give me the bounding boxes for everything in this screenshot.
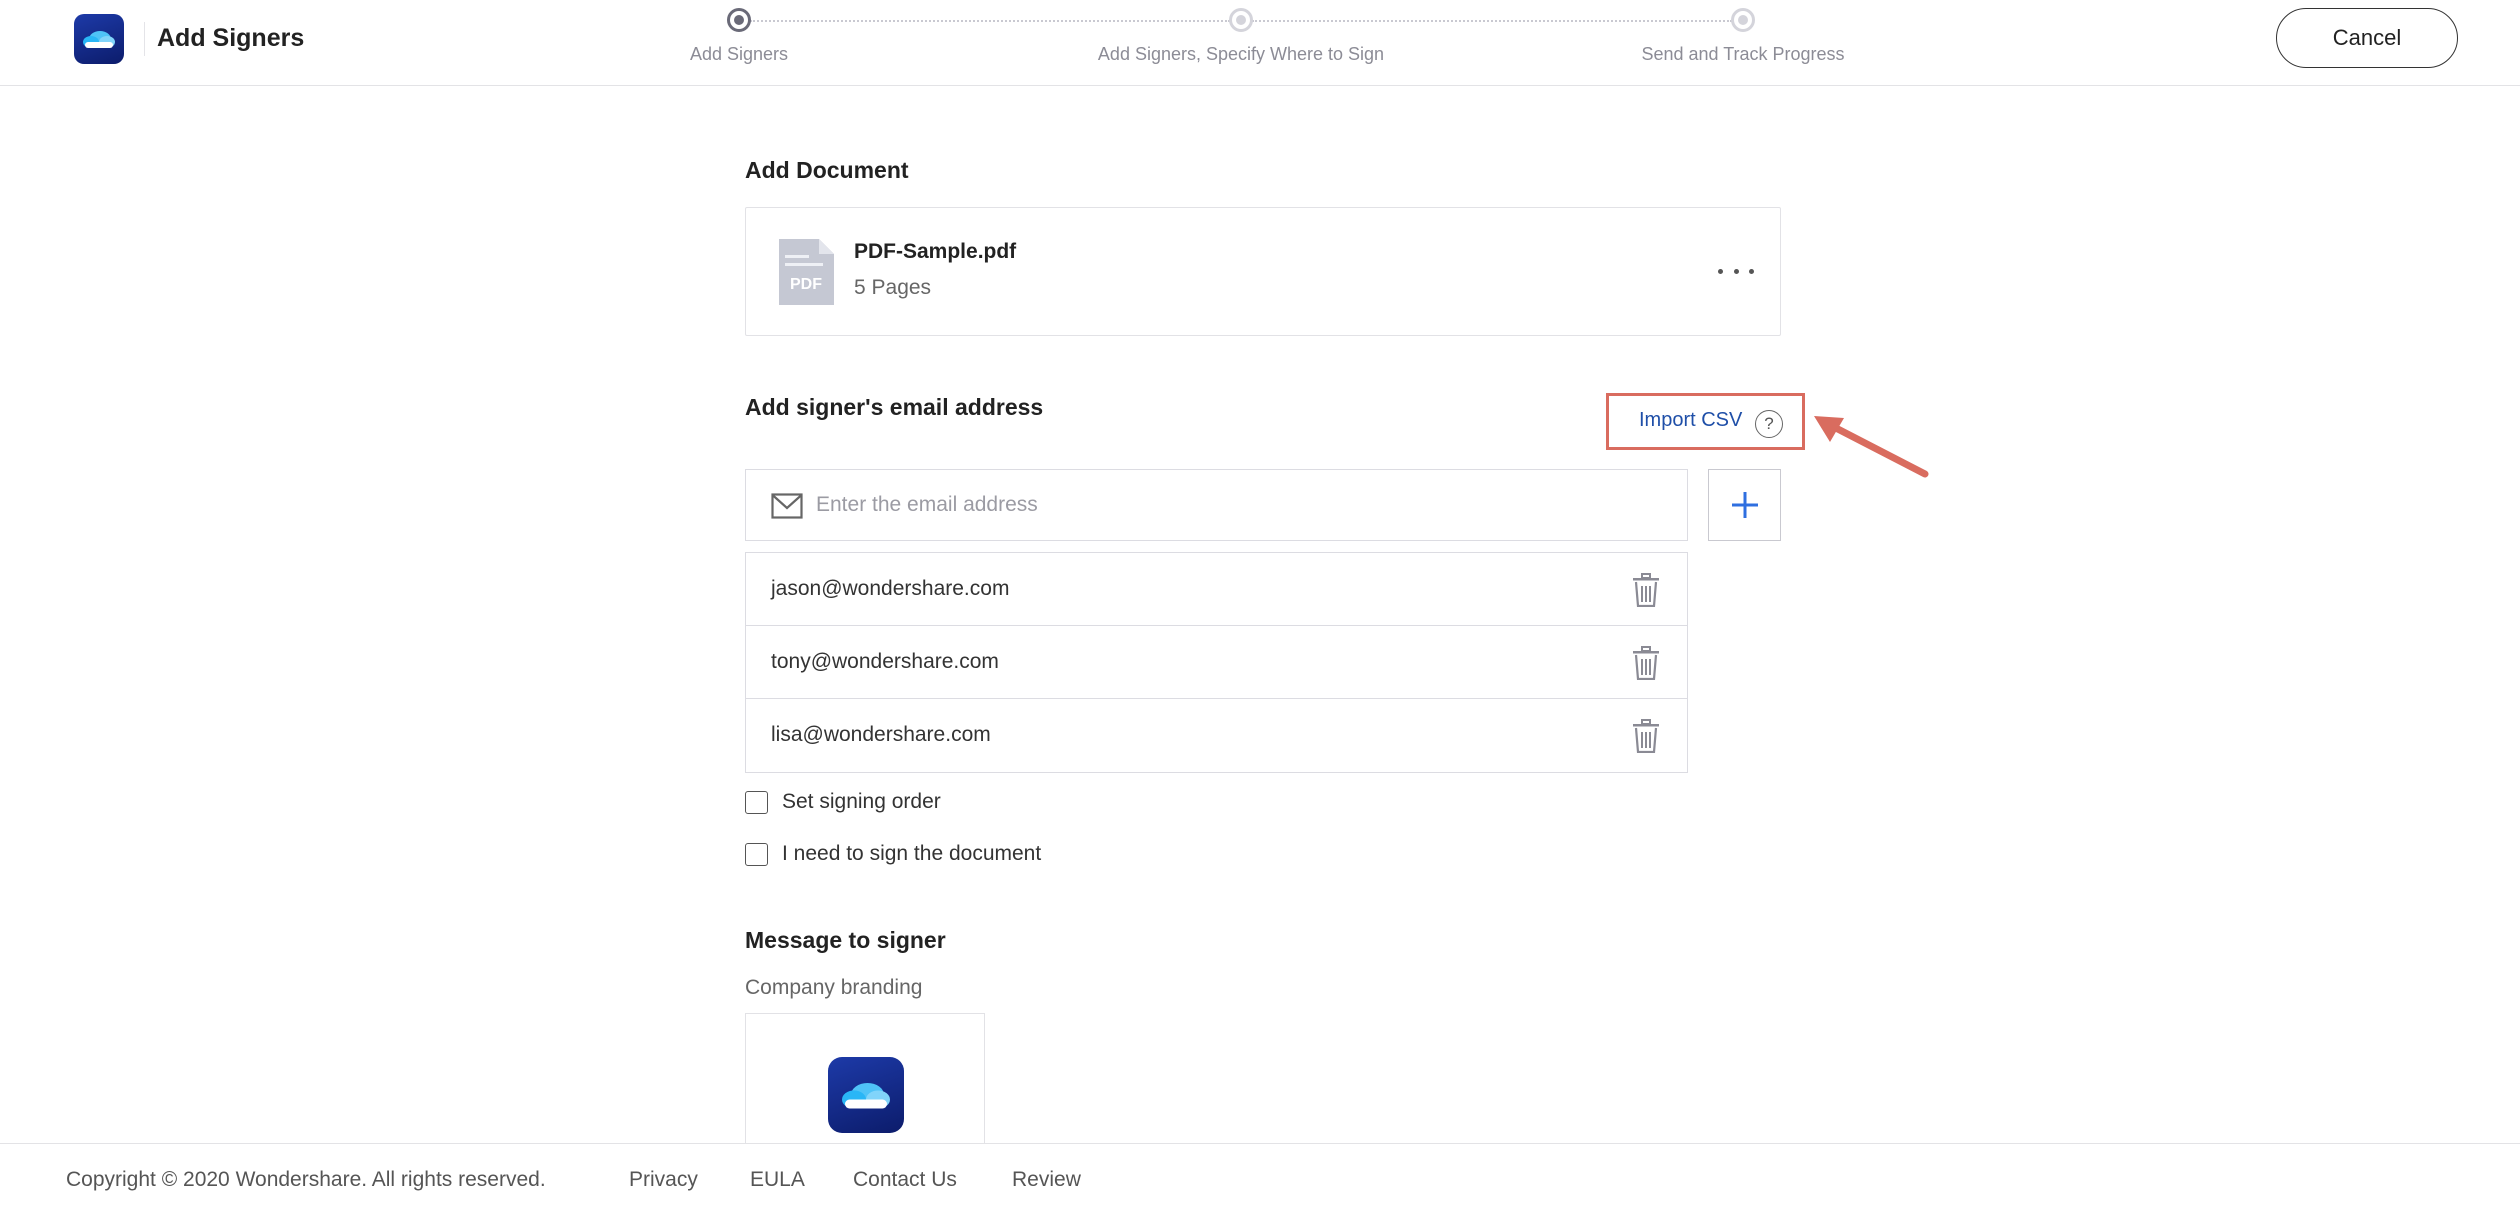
import-csv-link[interactable]: Import CSV: [1639, 409, 1742, 432]
signer-email: tony@wondershare.com: [771, 650, 999, 673]
trash-icon[interactable]: [1632, 646, 1660, 680]
app-header: Add Signers Add Signers Add Signers, Spe…: [0, 0, 2520, 86]
footer-link-eula[interactable]: EULA: [750, 1168, 805, 1192]
company-branding-label: Company branding: [745, 976, 923, 999]
document-page-count: 5 Pages: [854, 276, 932, 299]
footer-link-contact-us[interactable]: Contact Us: [853, 1168, 957, 1192]
plus-icon: [1731, 492, 1758, 518]
message-to-signer-heading: Message to signer: [745, 927, 946, 953]
pdf-file-icon: PDF: [779, 239, 834, 305]
stepper-line: [1252, 20, 1732, 22]
company-branding-upload[interactable]: [745, 1013, 985, 1143]
step-2-dot[interactable]: [1229, 8, 1253, 32]
set-signing-order-option[interactable]: Set signing order: [745, 790, 941, 814]
progress-stepper: Add Signers Add Signers, Specify Where t…: [0, 0, 2520, 86]
set-signing-order-label: Set signing order: [782, 790, 941, 813]
list-item: tony@wondershare.com: [746, 626, 1687, 699]
add-signers-heading: Add signer's email address: [745, 394, 1044, 420]
signer-email-list: jason@wondershare.com tony@wondershare.c…: [745, 552, 1688, 773]
step-2-label: Add Signers, Specify Where to Sign: [1097, 44, 1385, 64]
signer-email: lisa@wondershare.com: [771, 723, 991, 746]
signer-email: jason@wondershare.com: [771, 577, 1010, 600]
list-item: jason@wondershare.com: [746, 553, 1687, 626]
set-signing-order-checkbox[interactable]: [745, 790, 768, 814]
trash-icon[interactable]: [1632, 719, 1660, 753]
add-document-heading: Add Document: [745, 157, 909, 183]
document-file-name: PDF-Sample.pdf: [854, 240, 1017, 263]
footer-link-privacy[interactable]: Privacy: [629, 1168, 698, 1192]
step-3-label: Send and Track Progress: [1641, 44, 1845, 64]
cancel-button[interactable]: Cancel: [2276, 8, 2458, 68]
footer-link-review[interactable]: Review: [1012, 1168, 1081, 1192]
app-footer: Copyright © 2020 Wondershare. All rights…: [0, 1143, 2520, 1211]
help-circle-icon[interactable]: ?: [1755, 410, 1783, 438]
i-need-to-sign-label: I need to sign the document: [782, 842, 1042, 865]
trash-icon[interactable]: [1632, 573, 1660, 607]
import-csv-highlight: Import CSV ?: [1606, 393, 1805, 450]
cloud-logo-icon: [828, 1057, 904, 1133]
add-signer-button[interactable]: [1708, 469, 1781, 541]
stepper-line: [750, 20, 1230, 22]
list-item: lisa@wondershare.com: [746, 699, 1687, 772]
copyright-text: Copyright © 2020 Wondershare. All rights…: [66, 1168, 546, 1191]
more-horizontal-icon[interactable]: [1718, 256, 1754, 286]
arrow-annotation-icon: [1814, 416, 1929, 478]
email-input[interactable]: [816, 470, 1676, 540]
step-1-dot[interactable]: [727, 8, 751, 32]
mail-icon: [771, 493, 803, 519]
svg-text:PDF: PDF: [790, 276, 822, 293]
step-1-label: Add Signers: [689, 44, 789, 64]
document-card: PDF PDF-Sample.pdf 5 Pages: [745, 207, 1781, 336]
email-input-container: [745, 469, 1688, 541]
i-need-to-sign-option[interactable]: I need to sign the document: [745, 842, 1041, 866]
step-3-dot[interactable]: [1731, 8, 1755, 32]
i-need-to-sign-checkbox[interactable]: [745, 842, 768, 866]
